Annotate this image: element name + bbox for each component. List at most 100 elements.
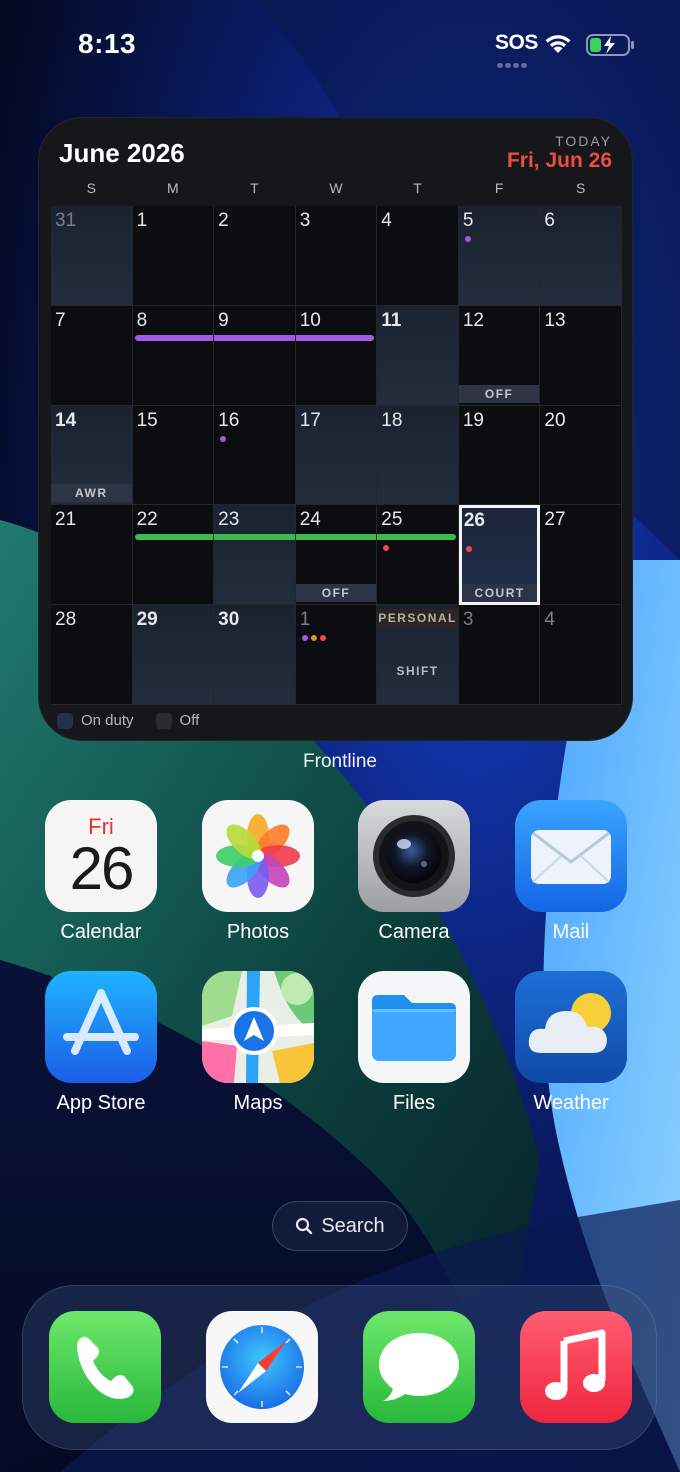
event-dot xyxy=(464,236,471,242)
day-cell[interactable]: 3 xyxy=(458,605,541,705)
search-pill[interactable]: Search xyxy=(272,1201,408,1251)
day-cell[interactable]: 13 xyxy=(540,305,622,406)
event-dot xyxy=(319,635,326,642)
app-label: Photos xyxy=(226,921,290,943)
sos-indicator: SOS xyxy=(495,31,538,54)
off-tag: OFF xyxy=(295,584,377,603)
day-cell[interactable]: 27 xyxy=(540,505,622,606)
app-store-app[interactable]: App Store xyxy=(45,971,157,1114)
day-cell[interactable]: 15 xyxy=(132,405,215,506)
day-cell[interactable]: 2 xyxy=(214,206,296,306)
day-cell[interactable]: 1 xyxy=(295,605,378,705)
day-number: 22 xyxy=(136,509,158,531)
weekday-label: M xyxy=(167,180,180,196)
day-cell[interactable]: 19 xyxy=(458,405,541,506)
calendar-grid: 31 1 2 3 4 5 6 7 8 9 10 11 12 OFF 13 14 AW… xyxy=(51,206,622,705)
day-cell[interactable]: 28 xyxy=(51,605,133,705)
day-cell[interactable]: 29 xyxy=(132,605,215,705)
day-number: 25 xyxy=(381,509,403,531)
wifi-icon xyxy=(545,35,571,53)
day-cell[interactable]: 18 xyxy=(377,405,459,506)
safari-icon xyxy=(206,1311,318,1423)
day-cell[interactable]: 20 xyxy=(540,405,622,506)
safari-app[interactable] xyxy=(206,1311,318,1423)
day-cell[interactable]: 8 xyxy=(132,305,215,406)
day-cell[interactable]: 30 xyxy=(214,605,296,705)
day-cell[interactable]: 24 OFF xyxy=(295,505,378,606)
day-number: 6 xyxy=(544,210,555,231)
messages-app[interactable] xyxy=(363,1311,475,1423)
day-number: 11 xyxy=(381,309,402,331)
day-number: 30 xyxy=(218,609,240,631)
day-cell-today[interactable]: 26 COURT xyxy=(458,505,541,606)
legend-on-duty: On duty xyxy=(57,712,134,729)
day-cell[interactable]: 3 xyxy=(295,206,378,306)
camera-app[interactable]: Camera xyxy=(358,800,470,943)
event-bar xyxy=(295,534,377,541)
phone-icon xyxy=(49,1311,161,1423)
day-number: 3 xyxy=(462,609,474,631)
day-cell[interactable]: 31 xyxy=(51,206,133,306)
day-number: 3 xyxy=(299,210,311,231)
day-cell[interactable]: 2PERSONALSHIFT xyxy=(377,605,459,705)
weekday-header: S M T W T F S xyxy=(51,180,622,198)
day-cell[interactable]: 1 xyxy=(132,206,215,306)
day-number: 20 xyxy=(544,409,566,431)
day-cell[interactable]: 6 xyxy=(540,206,622,306)
mail-app[interactable]: Mail xyxy=(515,800,627,943)
day-cell[interactable]: 22 xyxy=(132,505,215,606)
day-number: 26 xyxy=(463,510,485,532)
shift-tag: SHIFT xyxy=(396,663,439,678)
event-bar xyxy=(214,334,295,341)
day-cell[interactable]: 9 xyxy=(214,305,296,406)
day-cell[interactable]: 23 xyxy=(214,505,296,606)
weather-app[interactable]: Weather xyxy=(515,971,627,1114)
photos-app[interactable]: Photos xyxy=(202,800,314,943)
day-number: 1 xyxy=(136,210,148,231)
day-cell[interactable]: 16 xyxy=(214,405,296,506)
music-app[interactable] xyxy=(520,1311,632,1423)
legend-off: Off xyxy=(155,712,200,729)
weekday-label: W xyxy=(329,180,344,196)
legend-label: Off xyxy=(179,712,200,729)
day-cell[interactable]: 12 OFF xyxy=(458,305,541,406)
today-date: Fri, Jun 26 xyxy=(506,149,612,172)
day-cell[interactable]: 4 xyxy=(377,206,459,306)
event-bar xyxy=(377,534,456,541)
off-swatch xyxy=(155,712,172,729)
app-label: Camera xyxy=(378,921,450,943)
weekday-label: F xyxy=(494,180,505,196)
day-cell[interactable]: 11 xyxy=(377,305,459,406)
event-bar xyxy=(295,334,375,341)
day-number: 19 xyxy=(462,409,484,431)
app-label: Maps xyxy=(233,1092,283,1114)
frontline-calendar-widget[interactable]: June 2026 TODAY Fri, Jun 26 S M T W T F … xyxy=(38,117,633,741)
day-number: 13 xyxy=(544,309,566,331)
day-cell[interactable]: 4 xyxy=(540,605,622,705)
calendar-app[interactable]: Fri 26 Calendar xyxy=(45,800,157,943)
day-number: 2 xyxy=(218,210,229,231)
day-cell[interactable]: 5 xyxy=(458,206,541,306)
event-dot xyxy=(301,635,308,642)
day-number: 12 xyxy=(462,309,484,331)
day-cell[interactable]: 7 xyxy=(51,305,133,406)
search-label: Search xyxy=(321,1214,385,1237)
widget-month-title: June 2026 xyxy=(59,138,185,168)
awr-tag: AWR xyxy=(51,484,132,503)
event-bar xyxy=(214,534,295,541)
off-tag: OFF xyxy=(458,384,540,403)
day-number: 14 xyxy=(55,409,77,431)
day-number: 16 xyxy=(218,409,240,431)
day-cell[interactable]: 14 AWR xyxy=(51,405,133,506)
day-cell[interactable]: 21 xyxy=(51,505,133,606)
files-icon xyxy=(358,971,470,1083)
app-store-icon xyxy=(45,971,157,1083)
day-cell[interactable]: 10 xyxy=(295,305,378,406)
widget-caption: Frontline xyxy=(303,751,377,772)
maps-app[interactable]: Maps xyxy=(202,971,314,1114)
files-app[interactable]: Files xyxy=(358,971,470,1114)
day-cell[interactable]: 25 xyxy=(377,505,459,606)
phone-app[interactable] xyxy=(49,1311,161,1423)
personal-tag: PERSONAL xyxy=(377,609,458,628)
day-cell[interactable]: 17 xyxy=(295,405,378,506)
